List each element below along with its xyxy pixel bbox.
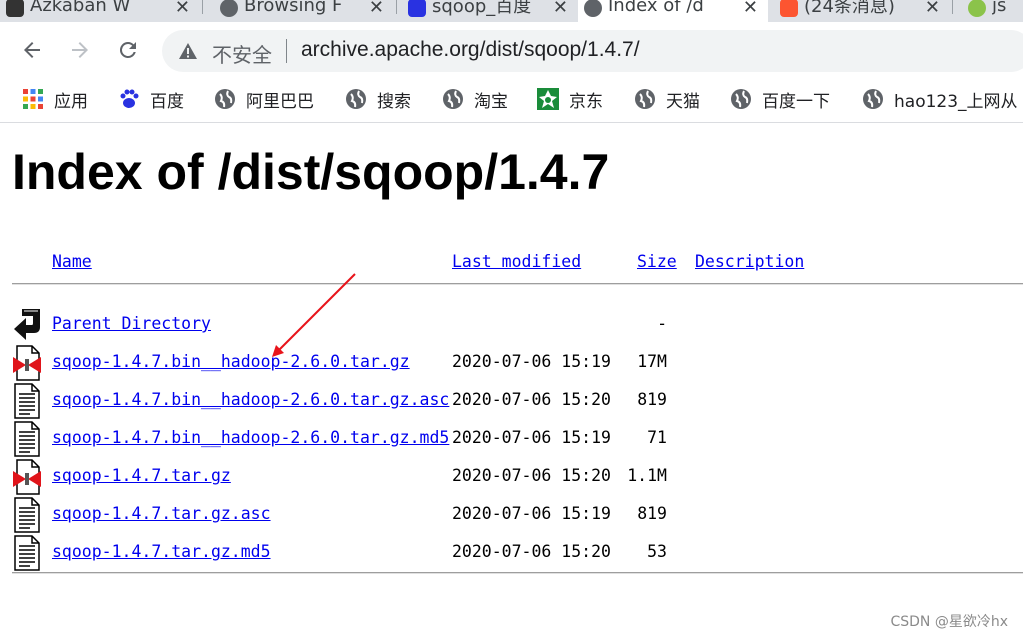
close-tab-icon[interactable]: ✕	[925, 0, 940, 18]
browser-toolbar: 不安全 archive.apache.org/dist/sqoop/1.4.7/	[0, 22, 1023, 78]
globe-icon	[634, 88, 656, 110]
bookmark-baidu-search[interactable]: 百度一下	[730, 86, 830, 112]
csdn-watermark: CSDN @星欲冷hx	[890, 614, 1008, 630]
bookmark-alibaba[interactable]: 阿里巴巴	[214, 86, 314, 112]
globe-icon	[730, 88, 752, 110]
bookmarks-bar: 应用 百度 阿里巴巴 搜索 淘宝 京东 天猫 百度一下 hao123_上网从	[0, 78, 1023, 123]
close-tab-icon[interactable]: ✕	[175, 0, 190, 18]
bookmark-label: 天猫	[666, 91, 700, 112]
bookmark-label: 京东	[569, 91, 603, 112]
url-text[interactable]: archive.apache.org/dist/sqoop/1.4.7/	[301, 38, 640, 62]
bookmark-label: 百度	[150, 91, 184, 112]
globe-icon	[345, 88, 367, 110]
bookmark-search[interactable]: 搜索	[345, 86, 411, 112]
security-status-label[interactable]: 不安全	[212, 39, 272, 68]
tab-strip: Azkaban W ✕ Browsing F ✕ sqoop_百度 ✕ Inde…	[0, 0, 1023, 22]
directory-listing-page: Index of /dist/sqoop/1.4.7 Name Last mod…	[0, 123, 1023, 640]
globe-icon	[214, 88, 236, 110]
forward-arrow-icon	[72, 42, 88, 58]
close-tab-icon[interactable]: ✕	[553, 0, 568, 18]
bookmark-tmall[interactable]: 天猫	[634, 86, 700, 112]
tab-title: Browsing F	[244, 0, 343, 16]
jd-icon	[537, 88, 559, 110]
csdn-favicon-icon	[780, 0, 798, 17]
warning-triangle-icon	[179, 43, 197, 59]
bookmark-apps[interactable]: 应用	[22, 86, 88, 112]
bookmark-hao123[interactable]: hao123_上网从	[862, 86, 1018, 112]
tab-js[interactable]: js	[962, 0, 1023, 22]
bookmark-label: 百度一下	[762, 91, 830, 112]
address-divider	[286, 39, 287, 63]
tab-title: Index of /d	[608, 0, 704, 16]
reload-icon	[119, 41, 136, 58]
tab-title: sqoop_百度	[432, 0, 532, 17]
bookmark-label: 淘宝	[474, 91, 508, 112]
tab-sqoop-baidu[interactable]: sqoop_百度 ✕	[402, 0, 578, 22]
baidu-favicon-icon	[408, 0, 426, 17]
baidu-paw-icon	[118, 88, 140, 110]
bookmark-taobao[interactable]: 淘宝	[442, 86, 508, 112]
forward-button[interactable]	[62, 32, 98, 68]
bookmark-label: hao123_上网从	[894, 91, 1018, 112]
globe-icon	[442, 88, 464, 110]
address-bar[interactable]: 不安全 archive.apache.org/dist/sqoop/1.4.7/	[162, 30, 1023, 72]
tab-title: js	[992, 0, 1007, 16]
azkaban-favicon-icon	[6, 0, 24, 17]
bookmark-baidu[interactable]: 百度	[118, 86, 184, 112]
apps-grid-icon	[22, 88, 44, 110]
tab-separator	[202, 0, 203, 14]
tab-csdn[interactable]: (24条消息) ✕	[774, 0, 950, 22]
back-arrow-icon	[24, 42, 40, 58]
back-button[interactable]	[14, 32, 50, 68]
globe-icon	[862, 88, 884, 110]
bookmark-label: 阿里巴巴	[246, 91, 314, 112]
tab-title: (24条消息)	[804, 0, 895, 17]
bookmark-label: 应用	[54, 91, 88, 112]
tab-separator	[396, 0, 397, 14]
reload-button[interactable]	[110, 32, 146, 68]
close-tab-icon[interactable]: ✕	[743, 0, 758, 18]
js-favicon-icon	[968, 0, 986, 17]
annotation-arrow-icon	[272, 273, 356, 357]
tab-index-of[interactable]: Index of /d ✕	[578, 0, 768, 22]
globe-favicon-icon	[220, 0, 238, 17]
tab-browsing[interactable]: Browsing F ✕	[214, 0, 394, 22]
globe-favicon-icon	[584, 0, 602, 17]
tab-azkaban[interactable]: Azkaban W ✕	[0, 0, 200, 22]
bookmark-jd[interactable]: 京东	[537, 86, 603, 112]
tab-separator	[952, 0, 953, 14]
close-tab-icon[interactable]: ✕	[369, 0, 384, 18]
tab-title: Azkaban W	[30, 0, 131, 16]
bookmark-label: 搜索	[377, 91, 411, 112]
